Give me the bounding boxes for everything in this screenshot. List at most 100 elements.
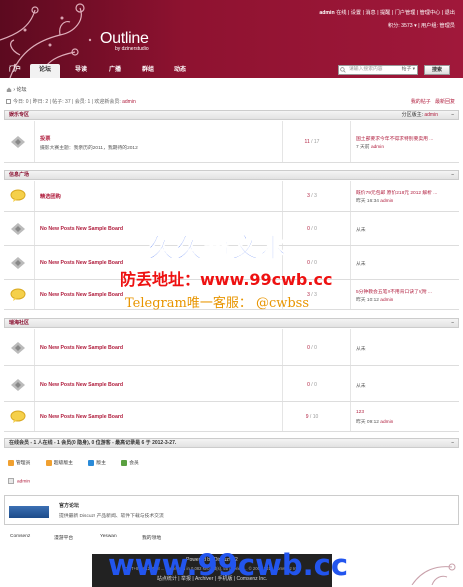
welcome-label: 欢迎新会员: — [94, 99, 121, 105]
last-post-link[interactable]: 5分钟教会五笔!!不用背口诀了!(附 ... — [356, 288, 432, 295]
user-group-legend: 管理员 超级版主 版主 会员 — [8, 459, 153, 466]
friend-link[interactable]: Yeswan — [100, 534, 117, 539]
last-post-user[interactable]: admin — [380, 298, 393, 303]
tab-feed[interactable]: 动态 — [165, 64, 195, 78]
section-header[interactable]: 信息广场 – — [4, 170, 459, 180]
friend-link[interactable]: Comsenz — [10, 534, 30, 539]
collapse-icon[interactable]: – — [451, 319, 454, 327]
section-title: 娱乐专区 — [9, 112, 30, 118]
home-icon[interactable] — [6, 87, 12, 93]
online-member[interactable]: admin — [8, 478, 30, 484]
section-title: 信息广场 — [9, 172, 30, 178]
forum-counts: 3 / 3 — [307, 193, 317, 199]
online-member-name: admin — [17, 479, 31, 485]
breadcrumb-forum[interactable]: 论坛 — [16, 87, 26, 93]
forum-dim-icon — [11, 379, 25, 391]
tab-portal[interactable]: 门户 — [4, 64, 26, 78]
post-count: 17 — [313, 139, 320, 145]
logout-link[interactable]: 退出 — [445, 10, 455, 16]
last-post-user[interactable]: admin — [371, 145, 384, 150]
stat-yesterday: 昨日: 2 — [32, 99, 49, 105]
friend-link[interactable]: 我的领地 — [142, 534, 161, 541]
forum-name-link[interactable]: No New Posts New Sample Board — [40, 260, 123, 266]
new-member-link[interactable]: admin — [122, 99, 136, 105]
site-logo[interactable]: Outline by dzinerstudio — [100, 30, 149, 52]
forum-dim-icon — [11, 223, 25, 235]
floral-ornament — [411, 563, 456, 585]
calendar-icon — [6, 99, 11, 105]
tab-forum[interactable]: 论坛 — [30, 64, 60, 78]
collapse-icon[interactable]: – — [451, 171, 454, 179]
collapse-icon[interactable]: – — [451, 111, 454, 119]
last-post-link[interactable]: 国土部要求今年不得求特别要卖用 ... — [356, 135, 433, 142]
forum-name-link[interactable]: No New Posts New Sample Board — [40, 382, 123, 388]
stat-posts: 帖子: 37 — [52, 99, 71, 105]
legend-item: 版主 — [88, 459, 106, 466]
new-posts-bubble-icon — [10, 410, 26, 423]
portal-admin-link[interactable]: 门户管理 — [395, 10, 416, 16]
legend-label: 会员 — [129, 461, 139, 466]
discuz-banner[interactable] — [9, 506, 49, 518]
legend-label: 管理员 — [16, 461, 31, 466]
collapse-icon[interactable]: – — [451, 439, 454, 447]
search-button[interactable]: 搜索 — [424, 65, 450, 75]
section-header[interactable]: 娱乐专区 分区版主: admin – — [4, 110, 459, 120]
post-count: 0 — [314, 345, 317, 351]
forum-dim-icon — [11, 136, 25, 148]
user-name-link[interactable]: admin — [319, 10, 334, 16]
official-forum-title[interactable]: 官方论坛 — [59, 502, 79, 509]
forum-name-link[interactable]: No New Posts New Sample Board — [40, 414, 123, 420]
no-posts-label: 从未 — [356, 262, 366, 267]
post-count: 0 — [314, 382, 317, 388]
last-post-time: 昨天 16:34 — [356, 199, 379, 204]
user-group-link[interactable]: 用户组: 管理员 — [421, 23, 455, 29]
forum-counts: 0 / 0 — [307, 345, 317, 351]
thread-count: 11 — [304, 139, 310, 145]
search-type-select[interactable]: 帖子 ▾ — [402, 66, 415, 74]
admin-center-link[interactable]: 管理中心 — [420, 10, 441, 16]
watermark-url: www.99cwb.cc — [108, 548, 349, 582]
forum-name-link[interactable]: 投票 — [40, 135, 50, 142]
forum-name-link[interactable]: No New Posts New Sample Board — [40, 226, 123, 232]
friend-link[interactable]: 漫游平台 — [54, 534, 73, 541]
tab-groups[interactable]: 群组 — [133, 64, 163, 78]
official-forum-desc: 提供最新 Discuz! 产品新闻、软件下载与技术交流 — [59, 514, 164, 519]
forum-name-link[interactable]: No New Posts New Sample Board — [40, 292, 123, 298]
settings-link[interactable]: 设置 — [351, 10, 361, 16]
official-forum-box: 官方论坛 提供最新 Discuz! 产品新闻、软件下载与技术交流 — [4, 495, 459, 525]
last-post-link[interactable]: 既价79元包邮 原价218元 2012 解析 ... — [356, 189, 437, 196]
tab-broadcast[interactable]: 广播 — [100, 64, 130, 78]
last-post-meta: 7 天前 admin — [356, 143, 384, 150]
credits-link[interactable]: 积分: 3573 — [388, 23, 413, 29]
forum-counts: 11 / 17 — [304, 139, 320, 145]
section-header[interactable]: 瑞海社区 – — [4, 318, 459, 328]
post-count: 3 — [314, 292, 317, 298]
forum-name-link[interactable]: 精选团购 — [40, 193, 61, 200]
last-post-meta: 昨天 10:12 admin — [356, 296, 393, 303]
notifications-link[interactable]: 提醒 — [380, 10, 390, 16]
last-post-meta: 昨天 09:12 admin — [356, 418, 393, 425]
online-summary: 在线会员 - 1 人在线 - 1 会员(0 隐身), 0 位游客 - 最高记录是… — [9, 440, 177, 446]
last-post-time: 7 天前 — [356, 145, 370, 150]
latest-replies-link[interactable]: 最新回复 — [435, 99, 455, 105]
admin-group-icon — [8, 459, 14, 466]
last-post-link[interactable]: 123 — [356, 410, 364, 415]
online-status-link[interactable]: 在线 — [336, 10, 346, 16]
messages-link[interactable]: 消息 — [365, 10, 375, 16]
tab-guide[interactable]: 导读 — [66, 64, 96, 78]
last-post-user[interactable]: admin — [380, 199, 393, 204]
new-posts-bubble-icon — [10, 288, 26, 301]
post-count: 0 — [314, 226, 317, 232]
forum-counts: 0 / 0 — [307, 382, 317, 388]
moderator-link[interactable]: admin — [424, 112, 438, 118]
online-members-header[interactable]: 在线会员 - 1 人在线 - 1 会员(0 隐身), 0 位游客 - 最高记录是… — [4, 438, 459, 448]
my-posts-link[interactable]: 我的帖子 — [411, 99, 431, 105]
last-post-user[interactable]: admin — [380, 420, 393, 425]
site-header: Outline by dzinerstudio admin 在线 | 设置 | … — [0, 0, 463, 78]
post-count: 3 — [314, 193, 317, 199]
thread-count: 9 — [305, 414, 309, 420]
section-title: 瑞海社区 — [9, 320, 30, 326]
search-input[interactable]: 请输入搜索内容 帖子 ▾ — [338, 65, 418, 75]
breadcrumb: › 论坛 — [6, 86, 26, 93]
forum-name-link[interactable]: No New Posts New Sample Board — [40, 345, 123, 351]
